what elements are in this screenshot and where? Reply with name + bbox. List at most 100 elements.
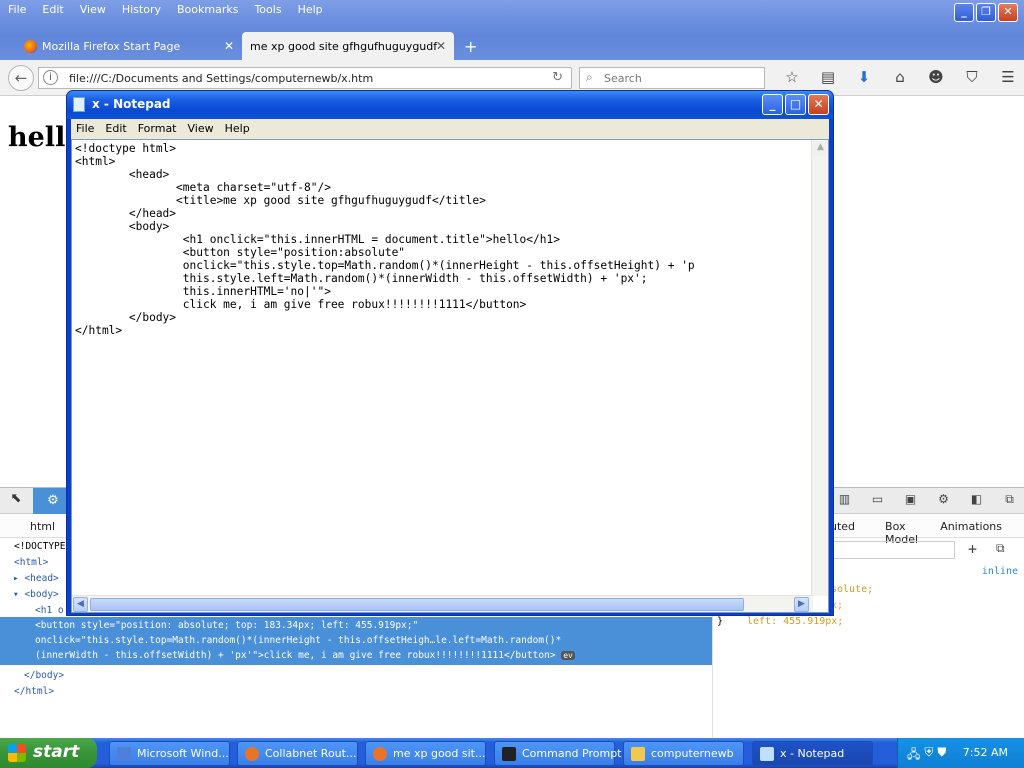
menu-bookmarks[interactable]: Bookmarks <box>169 0 246 22</box>
back-button[interactable]: ← <box>8 65 34 91</box>
start-label: start <box>33 742 80 762</box>
menu-view[interactable]: View <box>72 0 114 22</box>
inline-label: inline <box>981 566 1018 577</box>
notepad-maximize-button[interactable]: □ <box>785 94 806 115</box>
toggle-pseudo-icon[interactable]: ⧉ <box>996 541 1005 556</box>
task-label: computernewb <box>651 747 734 760</box>
scroll-right-icon[interactable]: ▶ <box>794 597 809 612</box>
scroll-left-icon[interactable]: ◀ <box>73 597 88 612</box>
notepad-minimize-button[interactable]: _ <box>762 94 783 115</box>
element-picker-icon[interactable]: ⬉ <box>4 491 28 511</box>
scroll-up-icon[interactable]: ▲ <box>813 141 828 156</box>
downloads-icon[interactable]: ⬇ <box>846 68 882 86</box>
firefox-icon <box>24 39 37 53</box>
notepad-menubar: File Edit Format View Help <box>71 119 829 139</box>
task-button[interactable]: Collabnet Rout... <box>237 741 358 766</box>
clock[interactable]: 7:52 AM <box>963 746 1008 759</box>
info-icon[interactable]: i <box>43 70 58 85</box>
markup-line[interactable]: </html> <box>14 686 54 697</box>
breadcrumb[interactable]: html <box>30 520 55 533</box>
markup-line-body[interactable]: ▾ <body> <box>13 589 59 600</box>
bookmarks-list-icon[interactable]: ▤ <box>810 68 846 86</box>
task-label: Collabnet Rout... <box>265 747 357 760</box>
task-label: me xp good sit... <box>393 747 486 760</box>
markup-line[interactable]: </body> <box>24 670 64 681</box>
reload-icon[interactable]: ↻ <box>552 70 563 85</box>
hello-icon[interactable]: ☻ <box>918 68 954 86</box>
horizontal-scrollbar[interactable]: ◀ ▶ <box>72 595 813 612</box>
task-button[interactable]: me xp good sit... <box>365 741 486 766</box>
security-icon[interactable]: ⛨ <box>924 745 933 766</box>
menu-tools[interactable]: Tools <box>246 0 289 22</box>
scroll-thumb[interactable] <box>90 598 744 611</box>
tab-label: Mozilla Firefox Start Page <box>42 39 181 53</box>
markup-line[interactable]: <!DOCTYPE <box>14 541 65 552</box>
pocket-icon[interactable]: ⛉ <box>954 68 990 86</box>
close-button[interactable]: ✕ <box>998 3 1018 22</box>
menu-file[interactable]: File <box>0 0 34 22</box>
url-text: file:///C:/Documents and Settings/comput… <box>69 72 374 85</box>
home-icon[interactable]: ⌂ <box>882 68 918 86</box>
notepad-menu-edit[interactable]: Edit <box>100 119 132 139</box>
add-rule-icon[interactable]: + <box>968 540 977 558</box>
markup-line-head[interactable]: ▸ <head> <box>13 573 59 584</box>
search-placeholder: Search <box>604 72 642 85</box>
shield-icon[interactable]: ⛊ <box>937 745 946 766</box>
firefox-titlebar: File Edit View History Bookmarks Tools H… <box>0 0 1024 60</box>
restore-button[interactable]: ❐ <box>976 3 996 22</box>
undock-icon[interactable]: ⧉ <box>993 492 1024 507</box>
rule-decl[interactable]: solute; <box>831 584 873 595</box>
toolbar-icons: ☆ ▤ ⬇ ⌂ ☻ ⛉ ☰ <box>774 68 1024 86</box>
task-button-active[interactable]: x - Notepad <box>752 741 873 766</box>
taskbar: start Microsoft Wind... Collabnet Rout..… <box>0 738 1024 768</box>
selected-node[interactable]: <button style="position: absolute; top: … <box>0 617 712 665</box>
markup-line-h1[interactable]: <h1 o <box>35 605 64 616</box>
settings-gear-icon[interactable]: ⚙ <box>927 492 960 507</box>
task-button[interactable]: Command Prompt <box>494 741 622 766</box>
rule-brace: } <box>717 616 724 627</box>
task-label: x - Notepad <box>780 747 845 760</box>
close-tab-icon[interactable]: ✕ <box>436 39 446 53</box>
system-tray: 🖧 ⛨ ⛊ 7:52 AM <box>897 738 1024 768</box>
task-button[interactable]: Microsoft Wind... <box>109 741 230 766</box>
firefox-menubar: File Edit View History Bookmarks Tools H… <box>0 0 331 22</box>
markup-text: <head> <box>24 573 59 584</box>
menu-help[interactable]: Help <box>290 0 331 22</box>
hamburger-menu-icon[interactable]: ☰ <box>990 68 1024 86</box>
bookmark-star-icon[interactable]: ☆ <box>774 68 810 86</box>
rule-decl[interactable]: left: 455.919px; <box>747 616 843 627</box>
start-button[interactable]: start <box>0 738 97 768</box>
markup-line[interactable]: <html> <box>14 557 48 568</box>
tab-label: me xp good site gfhgufhuguygudf <box>250 39 438 53</box>
tab-current[interactable]: me xp good site gfhgufhuguygudf ✕ <box>242 32 454 60</box>
network-icon[interactable]: 🖧 <box>907 745 920 766</box>
notepad-menu-help[interactable]: Help <box>220 119 256 139</box>
notepad-window-controls: _ □ ✕ <box>762 94 829 115</box>
minimize-button[interactable]: _ <box>954 3 974 22</box>
task-button[interactable]: computernewb <box>623 741 744 766</box>
tab-start-page[interactable]: Mozilla Firefox Start Page ✕ <box>20 32 242 60</box>
responsive-icon[interactable]: ▣ <box>894 492 927 507</box>
notepad-titlebar[interactable]: x - Notepad _ □ ✕ <box>67 91 833 119</box>
console-icon[interactable]: ▭ <box>861 492 894 507</box>
vertical-scrollbar[interactable]: ▲ <box>811 140 828 596</box>
selected-line-last: (innerWidth - this.offsetWidth) + 'px'">… <box>35 650 575 661</box>
search-input[interactable]: ⌕ Search <box>579 67 765 89</box>
notepad-menu-file[interactable]: File <box>71 119 100 139</box>
close-tab-icon[interactable]: ✕ <box>224 39 234 53</box>
dock-side-icon[interactable]: ◧ <box>960 492 993 507</box>
notepad-close-button[interactable]: ✕ <box>808 94 829 115</box>
menu-edit[interactable]: Edit <box>34 0 71 22</box>
notepad-text-area[interactable]: <!doctype html> <html> <head> <meta char… <box>71 139 829 613</box>
devtools-right-icons: ▥ ▭ ▣ ⚙ ◧ ⧉ ✕ <box>828 492 1024 507</box>
event-badge[interactable]: ev <box>561 651 575 660</box>
firefox-window-controls: _ ❐ ✕ <box>954 3 1018 22</box>
notepad-window: x - Notepad _ □ ✕ File Edit Format View … <box>66 90 834 616</box>
filter-styles-input[interactable] <box>831 541 955 559</box>
new-tab-button[interactable]: + <box>454 37 487 60</box>
notepad-menu-view[interactable]: View <box>183 119 220 139</box>
command-prompt-icon <box>502 747 516 761</box>
menu-history[interactable]: History <box>114 0 169 22</box>
notepad-menu-format[interactable]: Format <box>133 119 183 139</box>
url-bar[interactable]: i file:///C:/Documents and Settings/comp… <box>38 67 572 89</box>
